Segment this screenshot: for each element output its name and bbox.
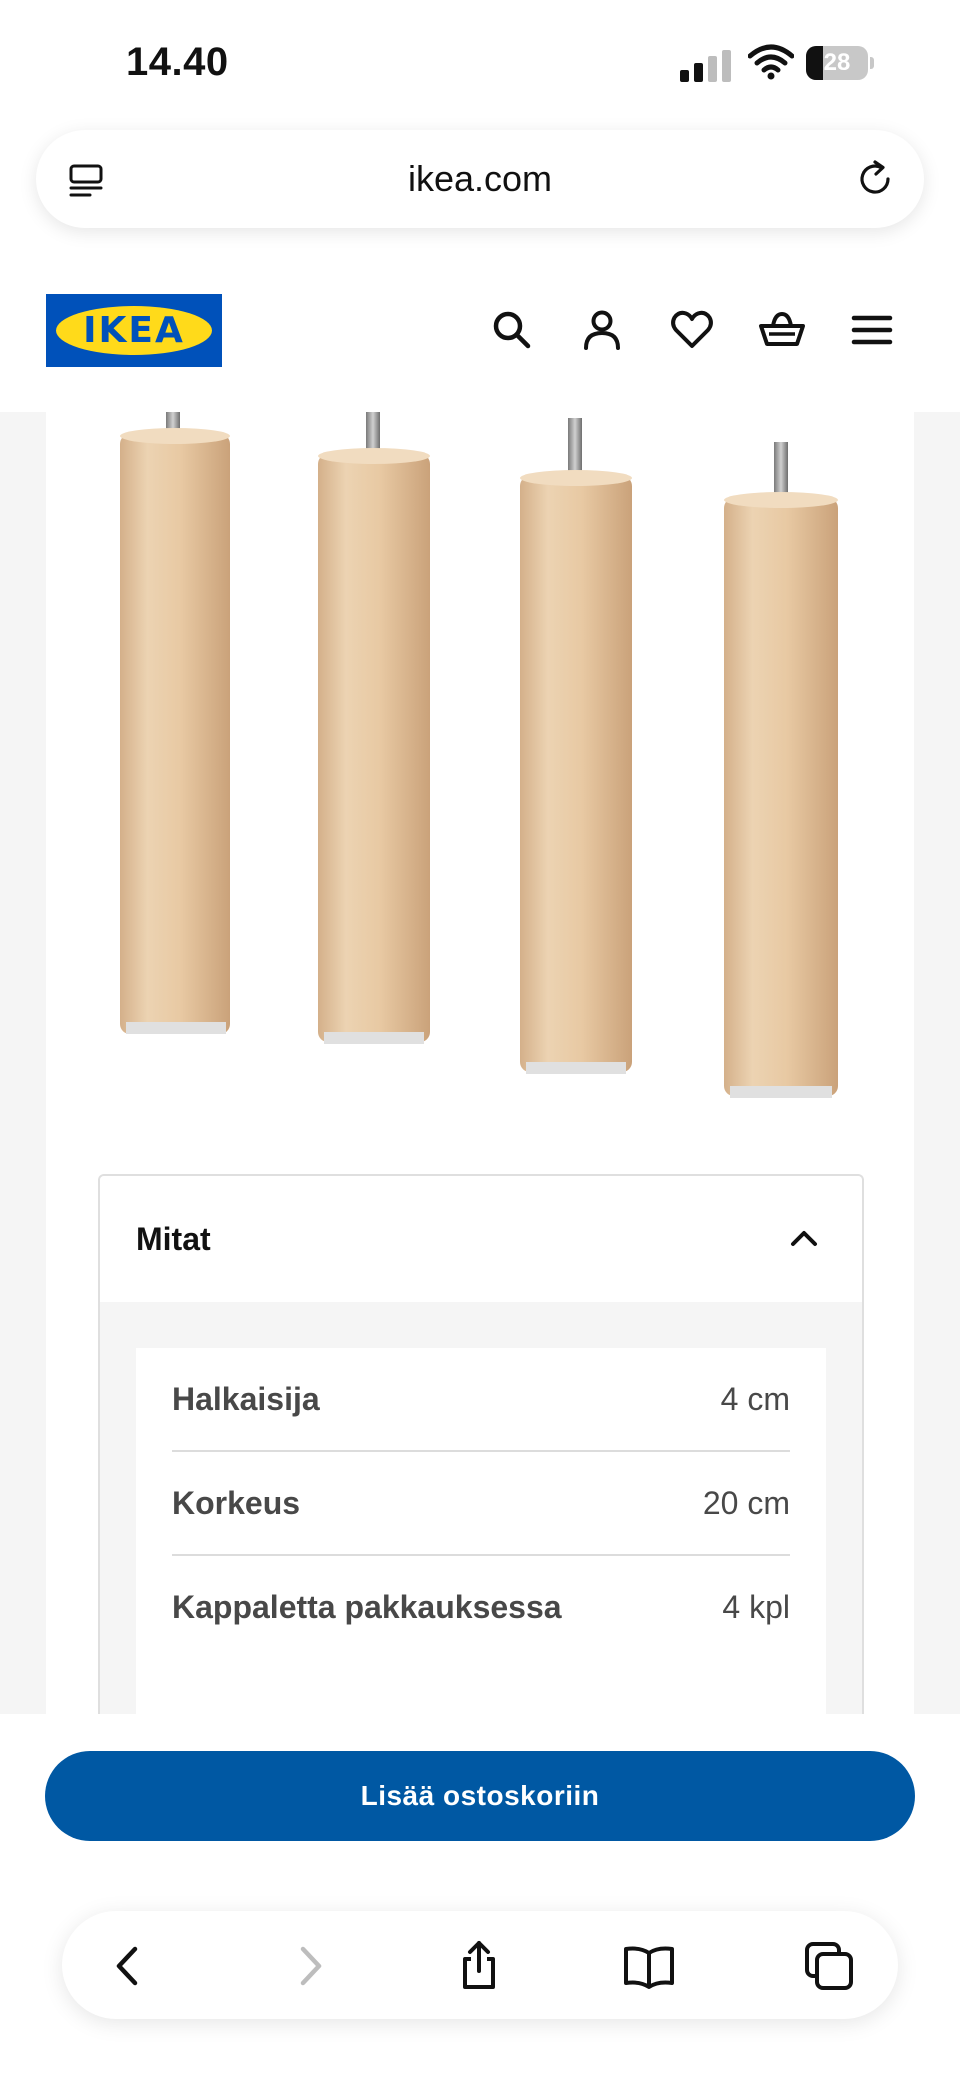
add-to-cart-button[interactable]: Lisää ostoskoriin bbox=[45, 1751, 915, 1841]
sticky-cta-area: Lisää ostoskoriin bbox=[0, 1714, 960, 2081]
dimensions-accordion-header[interactable]: Mitat bbox=[100, 1176, 862, 1302]
add-to-cart-label: Lisää ostoskoriin bbox=[360, 1780, 600, 1811]
account-icon[interactable] bbox=[578, 306, 626, 354]
dimensions-accordion: Mitat Halkaisija 4 cm Korkeus 20 cm Kapp… bbox=[98, 1174, 864, 1736]
spec-value: 4 cm bbox=[720, 1381, 790, 1417]
product-content: Mitat Halkaisija 4 cm Korkeus 20 cm Kapp… bbox=[46, 412, 914, 1736]
browser-address-area: ikea.com bbox=[0, 130, 960, 250]
address-bar[interactable]: ikea.com bbox=[36, 130, 924, 228]
ikea-logo[interactable]: IKEA bbox=[46, 294, 222, 367]
tabs-icon[interactable] bbox=[802, 1939, 856, 1993]
search-icon[interactable] bbox=[488, 306, 536, 354]
spec-value: 4 kpl bbox=[722, 1589, 790, 1625]
furniture-leg-2 bbox=[318, 412, 430, 1044]
basket-icon[interactable] bbox=[758, 306, 806, 354]
battery-level: 28 bbox=[823, 49, 851, 76]
browser-toolbar bbox=[62, 1911, 898, 2019]
heart-icon[interactable] bbox=[668, 306, 716, 354]
product-image[interactable] bbox=[102, 412, 902, 1132]
wifi-icon bbox=[748, 44, 794, 80]
reload-icon[interactable] bbox=[854, 158, 896, 200]
chevron-up-icon[interactable] bbox=[788, 1222, 820, 1254]
furniture-leg-3 bbox=[520, 418, 632, 1074]
dimensions-title: Mitat bbox=[136, 1221, 211, 1257]
share-icon[interactable] bbox=[452, 1939, 506, 1993]
status-bar: 14.40 28 bbox=[0, 0, 960, 130]
status-time: 14.40 bbox=[126, 40, 229, 84]
furniture-leg-1 bbox=[120, 412, 230, 1034]
dimensions-table: Halkaisija 4 cm Korkeus 20 cm Kappaletta… bbox=[136, 1348, 826, 1736]
forward-icon bbox=[300, 1946, 322, 1986]
battery-indicator: 28 bbox=[806, 46, 874, 82]
spec-value: 20 cm bbox=[702, 1485, 790, 1521]
spec-label: Kappaletta pakkauksessa bbox=[172, 1589, 562, 1625]
spec-label: Korkeus bbox=[172, 1485, 301, 1521]
back-icon[interactable] bbox=[102, 1939, 156, 1993]
spec-row-height: Korkeus 20 cm bbox=[172, 1452, 790, 1556]
url-text[interactable]: ikea.com bbox=[36, 130, 924, 228]
spec-row-diameter: Halkaisija 4 cm bbox=[172, 1348, 790, 1452]
cellular-signal-icon bbox=[680, 50, 731, 82]
spec-label: Halkaisija bbox=[172, 1381, 320, 1417]
site-header: IKEA bbox=[0, 250, 960, 412]
furniture-leg-4 bbox=[724, 442, 838, 1098]
spec-row-pieces-per-package: Kappaletta pakkauksessa 4 kpl bbox=[172, 1556, 790, 1658]
menu-icon[interactable] bbox=[848, 306, 896, 354]
logo-text: IKEA bbox=[83, 310, 185, 351]
bookmarks-icon[interactable] bbox=[622, 1939, 676, 1993]
